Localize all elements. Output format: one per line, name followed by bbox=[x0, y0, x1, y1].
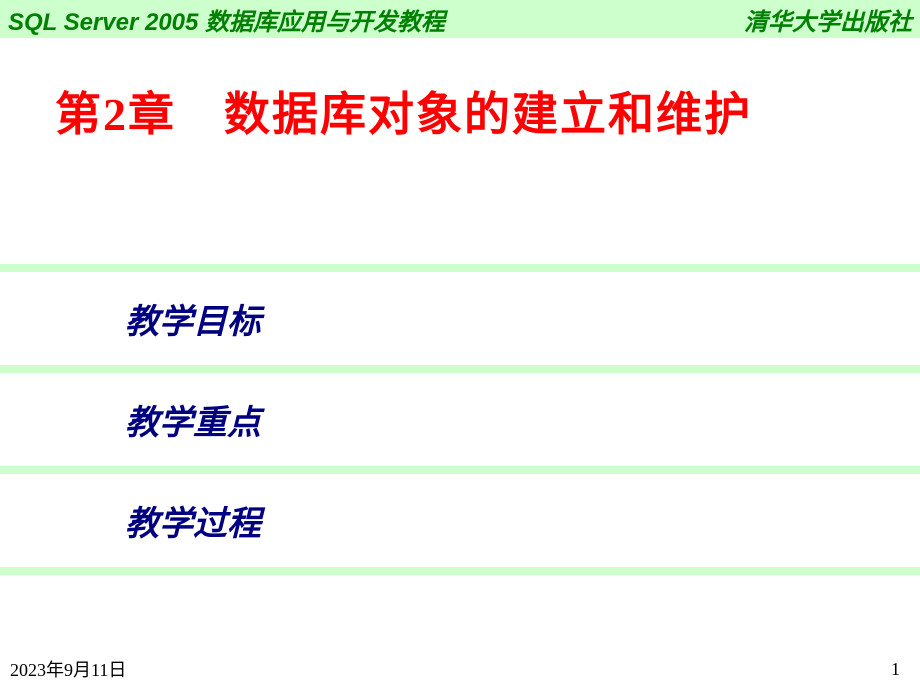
decor-band-1 bbox=[0, 264, 920, 272]
header-title-right: 清华大学出版社 bbox=[744, 2, 912, 37]
footer-date: 2023年9月11日 bbox=[10, 656, 126, 682]
header-title-left: SQL Server 2005 数据库应用与开发教程 bbox=[8, 2, 445, 37]
decor-band-3 bbox=[0, 466, 920, 474]
footer-page-number: 1 bbox=[891, 659, 900, 680]
section-item-focus: 教学重点 bbox=[125, 395, 920, 444]
header-bar: SQL Server 2005 数据库应用与开发教程 清华大学出版社 bbox=[0, 0, 920, 38]
section-item-goal: 教学目标 bbox=[125, 294, 920, 343]
footer: 2023年9月11日 1 bbox=[0, 656, 920, 682]
decor-band-2 bbox=[0, 365, 920, 373]
decor-band-4 bbox=[0, 567, 920, 575]
section-item-process: 教学过程 bbox=[125, 496, 920, 545]
chapter-title: 第2章 数据库对象的建立和维护 bbox=[55, 78, 920, 144]
